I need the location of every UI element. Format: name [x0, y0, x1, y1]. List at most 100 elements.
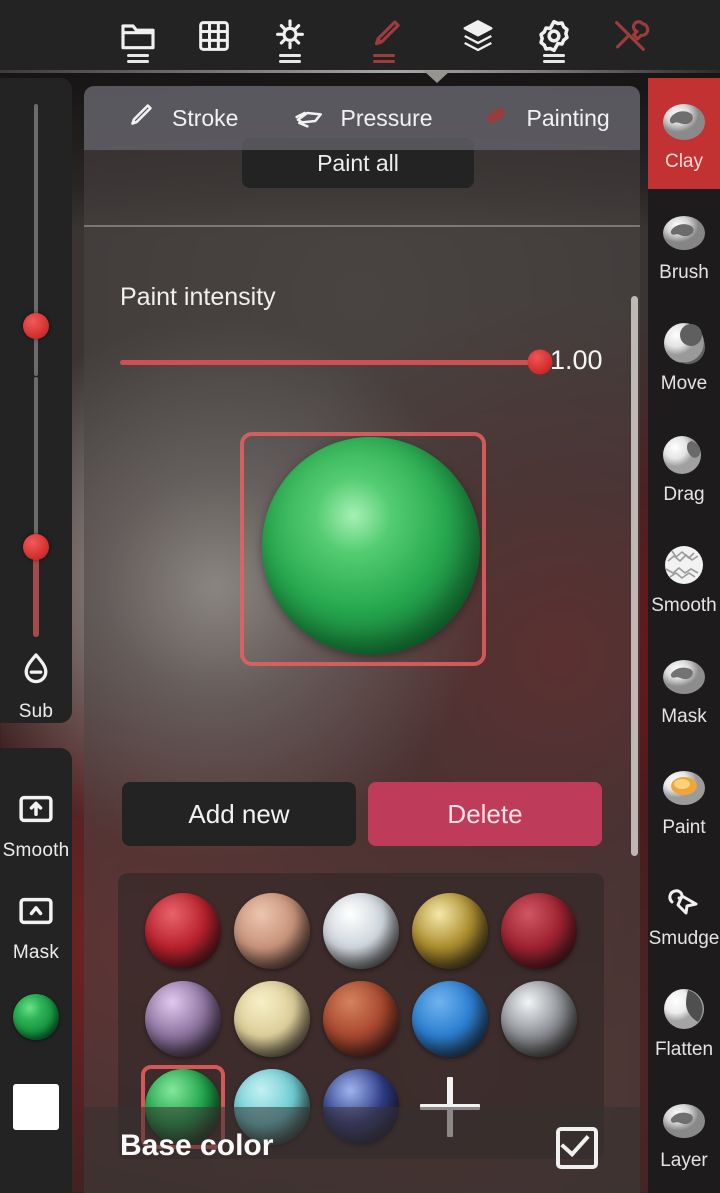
toolbar-item-lighting[interactable] — [252, 0, 328, 72]
tab-pressure[interactable]: Pressure — [290, 101, 433, 135]
sidebar-tool-flatten[interactable]: Flatten — [648, 966, 720, 1077]
sidebar-tool-move[interactable]: Move — [648, 300, 720, 411]
light-icon — [270, 16, 310, 56]
app-root: Sub Smooth Mask Clay Brush Move Drag Smo… — [0, 0, 720, 1193]
sidebar-tool-paint-label: Paint — [662, 816, 706, 838]
sidebar-tool-smooth[interactable]: Smooth — [648, 522, 720, 633]
material-gold[interactable] — [412, 893, 489, 969]
base-color-label: Base color — [120, 1129, 274, 1162]
sidebar-tool-drag[interactable]: Drag — [648, 411, 720, 522]
layer-icon — [658, 1094, 710, 1146]
stroke-icon — [122, 101, 162, 135]
flatten-icon — [658, 983, 710, 1035]
swatch-cell[interactable] — [139, 887, 227, 975]
paint-icon — [658, 761, 710, 813]
toolbar-item-brush[interactable] — [328, 0, 440, 72]
paint-intensity-value: 1.00 — [550, 345, 603, 375]
material-crimson[interactable] — [144, 893, 221, 969]
toolbar-item-files[interactable] — [100, 0, 176, 72]
material-color-swatch[interactable] — [13, 994, 59, 1040]
tab-painting[interactable]: Painting — [477, 101, 610, 135]
toolbar-item-scene-grid[interactable] — [176, 0, 252, 72]
sidebar-tool-drag-label: Drag — [663, 483, 705, 505]
swatch-cell[interactable] — [317, 887, 405, 975]
mask-icon — [658, 650, 710, 702]
material-chrome[interactable] — [501, 981, 578, 1057]
toolbar-dash-brush — [373, 51, 395, 63]
swatch-cell[interactable] — [495, 975, 583, 1063]
intensity-slider-knob[interactable] — [23, 534, 49, 561]
sidebar-tool-brush-label: Brush — [659, 261, 709, 283]
secondary-color-swatch[interactable] — [13, 1084, 59, 1130]
sidebar-tool-brush[interactable]: Brush — [648, 189, 720, 300]
radius-slider[interactable] — [14, 100, 58, 376]
panel-caret-indicator — [424, 71, 450, 83]
left-tool-mask[interactable]: Mask — [13, 890, 59, 964]
toolbar-bottom-edge — [0, 70, 720, 73]
tab-stroke[interactable]: Stroke — [122, 101, 238, 135]
pressure-icon — [290, 101, 330, 135]
material-peach[interactable] — [233, 893, 310, 969]
clay-icon — [658, 95, 710, 147]
sidebar-tool-layer[interactable]: Layer — [648, 1077, 720, 1188]
move-icon — [658, 317, 710, 369]
material-terracotta[interactable] — [322, 981, 399, 1057]
tab-pressure-label: Pressure — [340, 104, 433, 131]
left-sidebar-lower: Smooth Mask — [0, 748, 72, 1193]
add-new-button[interactable]: Add new — [122, 782, 356, 846]
swatch-cell[interactable] — [317, 975, 405, 1063]
smooth-icon — [658, 539, 710, 591]
left-sidebar-upper: Sub — [0, 78, 72, 723]
brush-sphere-icon — [658, 206, 710, 258]
swatch-cell[interactable] — [228, 887, 316, 975]
material-porcelain[interactable] — [322, 893, 399, 969]
panel-scrollbar[interactable] — [631, 296, 638, 856]
intensity-slider[interactable] — [14, 377, 58, 638]
sidebar-tool-smudge-label: Smudge — [648, 927, 720, 949]
check-icon — [560, 1126, 590, 1158]
swatch-cell[interactable] — [406, 887, 494, 975]
base-color-checkbox[interactable] — [556, 1126, 598, 1169]
square-up-arrow-icon — [15, 788, 57, 835]
tools-icon — [610, 16, 650, 56]
left-tool-sub[interactable]: Sub — [15, 649, 57, 723]
left-tool-smooth-label: Smooth — [2, 840, 70, 861]
brush-icon — [364, 16, 404, 56]
sidebar-tool-mask[interactable]: Mask — [648, 633, 720, 744]
material-actions: Add new Delete — [122, 782, 602, 846]
toolbar-item-settings[interactable] — [516, 0, 592, 72]
left-tool-smooth[interactable]: Smooth — [3, 788, 70, 862]
sidebar-tool-paint[interactable]: Paint — [648, 744, 720, 855]
top-toolbar — [0, 0, 720, 72]
drop-minus-icon — [15, 649, 57, 696]
paint-intensity-slider-knob[interactable] — [527, 349, 553, 375]
material-blue[interactable] — [412, 981, 489, 1057]
toolbar-dash-settings — [543, 51, 565, 63]
delete-button[interactable]: Delete — [368, 782, 602, 846]
toolbar-dash-lighting — [279, 51, 301, 63]
panel-tab-bar: Stroke Pressure Painting — [84, 86, 640, 150]
swatch-cell[interactable] — [139, 975, 227, 1063]
paint-intensity-slider[interactable] — [120, 349, 553, 375]
swatch-cell[interactable] — [228, 975, 316, 1063]
painting-icon — [477, 101, 517, 135]
material-cream[interactable] — [233, 981, 310, 1057]
sidebar-tool-smudge[interactable]: Smudge — [648, 855, 720, 966]
sidebar-tool-move-label: Move — [660, 372, 708, 394]
material-darkred[interactable] — [501, 893, 578, 969]
left-tool-mask-label: Mask — [12, 942, 60, 963]
sidebar-tool-clay-label: Clay — [664, 150, 703, 172]
toolbar-item-tools[interactable] — [592, 0, 668, 72]
sidebar-tool-clay[interactable]: Clay — [648, 78, 720, 189]
tab-painting-label: Painting — [526, 104, 610, 131]
painting-settings-panel: Paint all Paint intensity 1.00 Add new D… — [84, 86, 640, 1193]
radius-slider-knob[interactable] — [23, 313, 49, 339]
panel-scroll-area[interactable]: Paint all Paint intensity 1.00 Add new D… — [84, 86, 640, 1193]
swatch-cell[interactable] — [495, 887, 583, 975]
square-caret-icon — [15, 890, 57, 937]
toolbar-item-layers[interactable] — [440, 0, 516, 72]
material-lilac[interactable] — [144, 981, 221, 1057]
swatch-cell[interactable] — [406, 975, 494, 1063]
sidebar-tool-mask-label: Mask — [661, 705, 707, 727]
tab-stroke-label: Stroke — [172, 104, 239, 131]
